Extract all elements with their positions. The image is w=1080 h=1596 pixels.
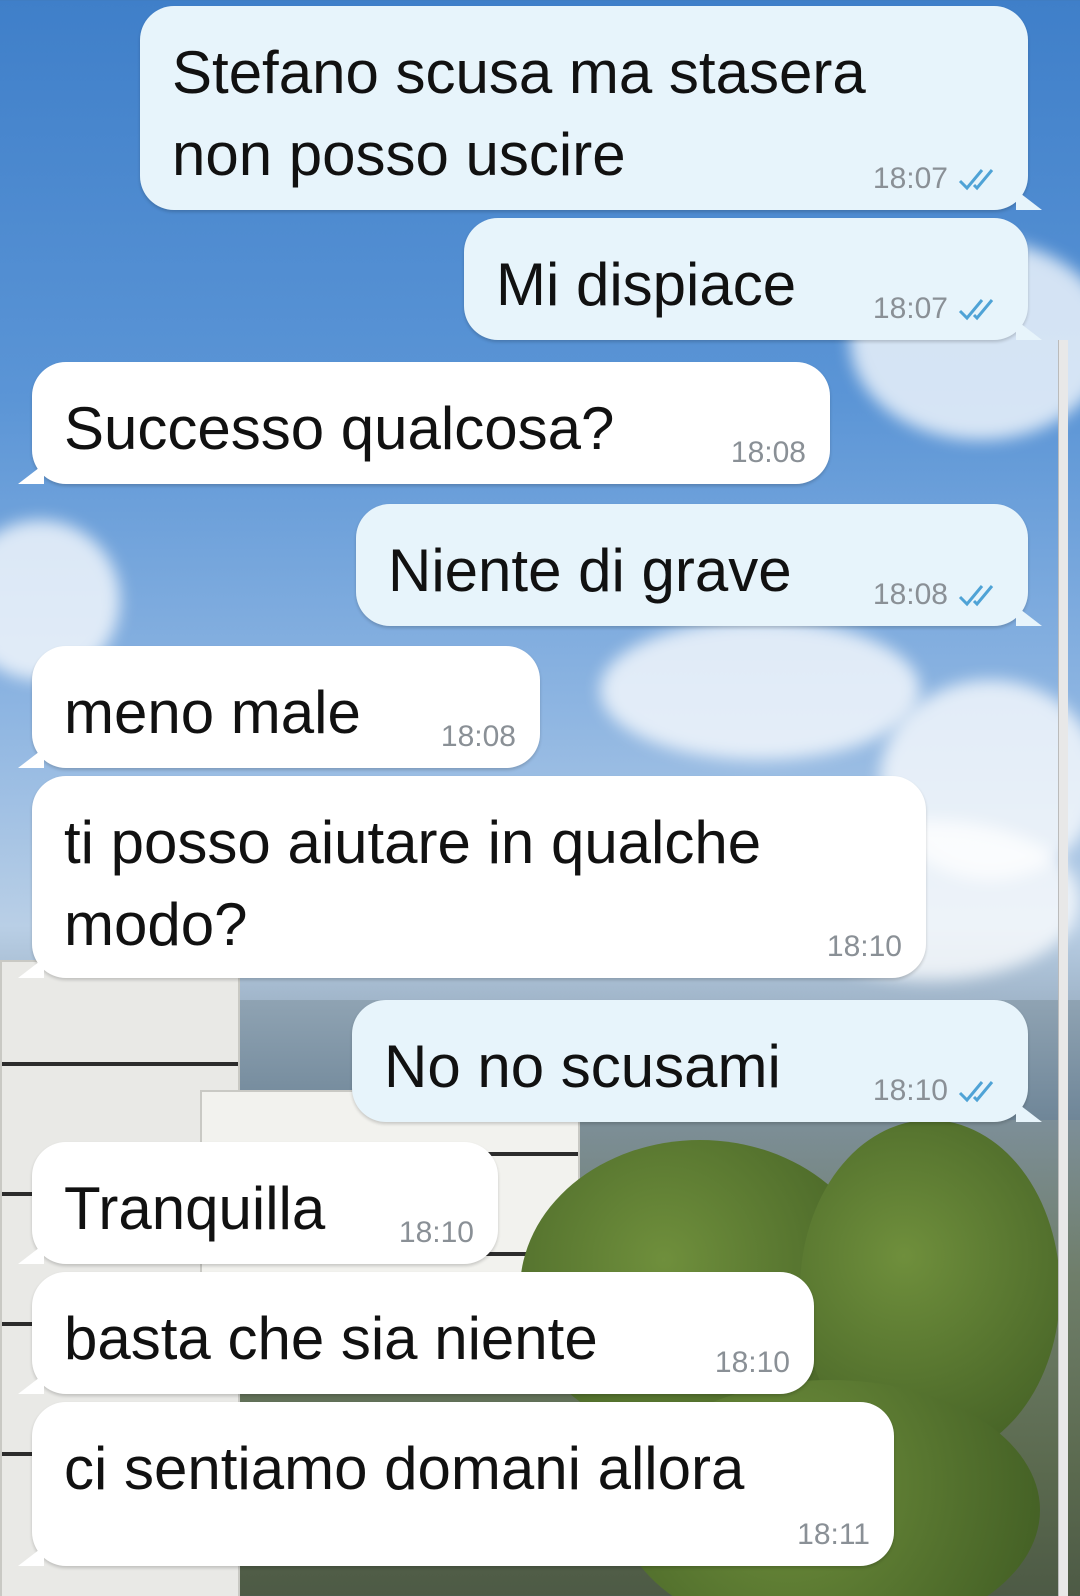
message-bubble-outgoing[interactable]: Stefano scusa ma stasera non posso uscir…	[140, 6, 1042, 210]
message-bubble-incoming[interactable]: ti posso aiutare in qualche modo? 18:10	[18, 776, 926, 978]
double-check-read-icon	[958, 581, 1004, 609]
message-time: 18:08	[872, 578, 948, 611]
chat-message-list: Stefano scusa ma stasera non posso uscir…	[0, 0, 1080, 1596]
message-time: 18:08	[730, 436, 806, 469]
double-check-read-icon	[958, 1077, 1004, 1105]
message-bubble-incoming[interactable]: Tranquilla 18:10	[18, 1142, 498, 1264]
double-check-read-icon	[958, 165, 1004, 193]
message-text: Successo qualcosa?	[64, 395, 615, 462]
message-text: basta che sia niente	[64, 1305, 598, 1372]
message-bubble-outgoing[interactable]: No no scusami 18:10	[352, 1000, 1042, 1122]
message-time: 18:10	[872, 1074, 948, 1107]
message-bubble-incoming[interactable]: meno male 18:08	[18, 646, 540, 768]
message-time: 18:10	[826, 930, 902, 963]
message-bubble-outgoing[interactable]: Niente di grave 18:08	[356, 504, 1042, 626]
double-check-read-icon	[958, 295, 1004, 323]
message-time: 18:10	[398, 1216, 474, 1249]
message-bubble-incoming[interactable]: ci sentiamo domani allora 18:11	[18, 1402, 894, 1566]
message-time: 18:11	[797, 1518, 870, 1551]
message-text: ti posso aiutare in qualche modo?	[64, 809, 762, 958]
message-time: 18:10	[714, 1346, 790, 1379]
message-time: 18:08	[440, 720, 516, 753]
message-bubble-outgoing[interactable]: Mi dispiace 18:07	[464, 218, 1042, 340]
message-time: 18:07	[872, 292, 948, 325]
message-bubble-incoming[interactable]: basta che sia niente 18:10	[18, 1272, 814, 1394]
message-text: ci sentiamo domani allora	[64, 1435, 745, 1502]
message-time: 18:07	[872, 162, 948, 195]
message-bubble-incoming[interactable]: Successo qualcosa? 18:08	[18, 362, 830, 484]
